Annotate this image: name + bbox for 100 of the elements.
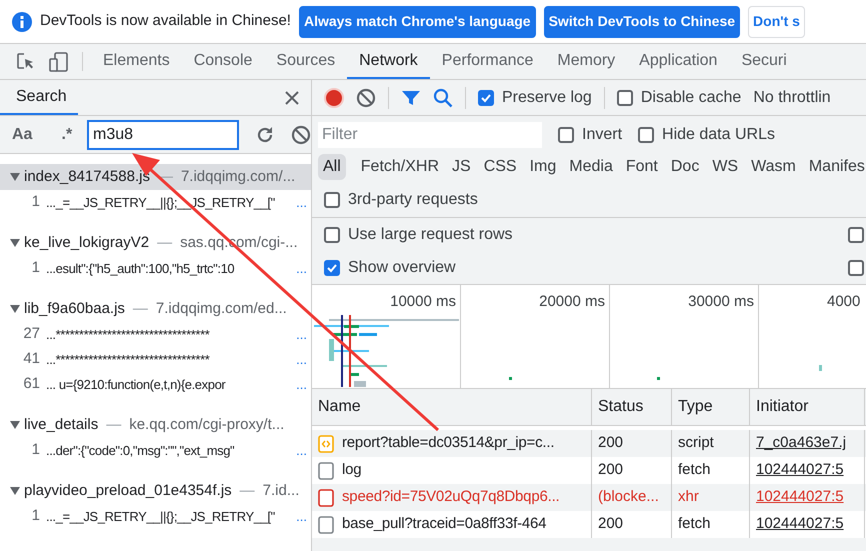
table-cell-text: 200: [598, 433, 624, 454]
request-name[interactable]: base_pull?traceid=0a8ff33f-464: [342, 513, 546, 536]
checkmark-icon: [480, 92, 492, 104]
type-filter-chip[interactable]: Fetch/XHR: [356, 154, 444, 180]
checkbox[interactable]: [638, 127, 654, 143]
checkbox-label: Use large request rows: [348, 224, 513, 244]
initiator-link[interactable]: 102444027:5: [756, 459, 844, 482]
type-filter-chip[interactable]: Img: [524, 154, 562, 180]
refresh-icon[interactable]: [255, 124, 275, 144]
checkbox-label: Show overview: [348, 258, 456, 278]
request-name[interactable]: report?table=dc03514&pr_ip=c...: [342, 432, 554, 455]
more-link[interactable]: ...: [296, 350, 311, 370]
type-filter-chip[interactable]: CSS: [478, 154, 522, 180]
checkbox[interactable]: [558, 127, 574, 143]
checkbox[interactable]: [324, 226, 340, 242]
table-cell-text: script: [678, 433, 714, 454]
match-text[interactable]: ...der":{"code":0,"msg":"","ext_msg": [46, 440, 234, 460]
infobar-button[interactable]: Switch DevTools to Chinese: [544, 6, 740, 38]
expand-triangle-icon[interactable]: [10, 305, 20, 313]
table-cell-text: xhr: [678, 487, 699, 508]
expand-triangle-icon[interactable]: [10, 239, 20, 247]
tab[interactable]: Application: [627, 44, 730, 79]
line-number: 1: [30, 192, 40, 212]
file-url: 7.id...: [262, 480, 300, 501]
initiator-link[interactable]: 102444027:5: [756, 513, 844, 536]
match-text[interactable]: ...esult":{"h5_auth":100,"h5_trtc":10: [46, 258, 234, 278]
initiator-link[interactable]: 7_c0a463e7.j: [756, 432, 846, 455]
regex-button[interactable]: .*: [54, 122, 79, 146]
checkbox-label: Hide data URLs: [662, 125, 775, 145]
request-name[interactable]: log: [342, 459, 362, 482]
type-filter-chip[interactable]: All: [318, 154, 346, 180]
line-number: 1: [30, 440, 40, 460]
checkbox[interactable]: [324, 192, 340, 208]
device-icon[interactable]: [48, 50, 70, 72]
time-tick-label: 30000 ms: [688, 292, 754, 312]
table-cell-text: 200: [598, 514, 624, 534]
type-filter-chip[interactable]: Font: [620, 154, 663, 180]
search-icon[interactable]: [433, 88, 453, 108]
line-number: 1: [30, 258, 40, 278]
expand-triangle-icon[interactable]: [10, 421, 20, 429]
file-url: ke.qq.com/cgi-proxy/t...: [129, 414, 284, 435]
checkbox[interactable]: [616, 90, 633, 106]
initiator-link[interactable]: 102444027:5: [756, 486, 844, 509]
checkbox[interactable]: [478, 90, 494, 106]
match-text[interactable]: ... u={9210:function(e,t,n){e.expor: [46, 374, 226, 394]
type-filter-chip[interactable]: JS: [447, 154, 476, 180]
file-name: playvideo_preload_01e4354f.js: [24, 480, 232, 501]
filter-icon[interactable]: [401, 88, 421, 106]
match-case-button[interactable]: Aa: [12, 122, 47, 146]
column-header[interactable]: Name: [318, 395, 361, 419]
result-file-row[interactable]: live_details — ke.qq.com/cgi-proxy/t...: [0, 412, 311, 438]
more-link[interactable]: ...: [296, 324, 311, 344]
inspect-icon[interactable]: [16, 52, 36, 72]
type-filter-chip[interactable]: Media: [564, 154, 618, 180]
type-filter-chip[interactable]: WS: [707, 154, 744, 180]
tab[interactable]: Elements: [91, 44, 182, 79]
type-filter-chip[interactable]: Doc: [666, 154, 704, 180]
infobar-button[interactable]: Always match Chrome's language: [298, 6, 536, 38]
column-header[interactable]: Type: [678, 395, 713, 419]
info-icon: [12, 12, 32, 32]
file-url: 7.idqqimg.com/...: [180, 166, 296, 187]
result-file-row[interactable]: playvideo_preload_01e4354f.js — 7.id...: [0, 478, 311, 504]
record-icon[interactable]: [324, 88, 344, 108]
search-field[interactable]: m3u8: [87, 120, 239, 150]
more-link[interactable]: ...: [296, 440, 311, 460]
tab[interactable]: Performance: [430, 44, 546, 79]
filter-field[interactable]: Filter: [318, 122, 542, 148]
throttling-dropdown[interactable]: No throttlin: [753, 86, 831, 110]
more-link[interactable]: ...: [296, 258, 311, 278]
infobar-button[interactable]: Don't s: [748, 6, 805, 38]
request-name[interactable]: speed?id=75V02uQq7q8Dbqp6...: [342, 486, 560, 509]
result-file-row[interactable]: lib_f9a60baa.js — 7.idqqimg.com/ed...: [0, 296, 311, 322]
column-header[interactable]: Initiator: [756, 395, 808, 419]
info-message: DevTools is now available in Chinese!: [40, 11, 291, 32]
tab[interactable]: Sources: [264, 44, 348, 79]
expand-triangle-icon[interactable]: [10, 173, 20, 181]
checkbox[interactable]: [848, 226, 864, 242]
more-link[interactable]: ...: [296, 192, 311, 212]
expand-triangle-icon[interactable]: [10, 487, 20, 495]
tab[interactable]: Console: [182, 44, 264, 79]
match-text[interactable]: ...*********************************: [46, 324, 210, 344]
more-link[interactable]: ...: [296, 506, 311, 526]
type-filter-chip[interactable]: Manifes: [804, 154, 866, 180]
clear-icon[interactable]: [356, 88, 376, 108]
tab[interactable]: Securi: [729, 44, 799, 79]
file-name: index_84174588.js: [24, 166, 150, 187]
checkbox-label: Invert: [582, 125, 622, 145]
column-header[interactable]: Status: [598, 395, 644, 419]
clear-icon[interactable]: [291, 124, 311, 144]
file-name: lib_f9a60baa.js: [24, 298, 125, 319]
checkbox[interactable]: [848, 260, 864, 276]
line-number: 27: [22, 324, 40, 344]
tab[interactable]: Memory: [545, 44, 628, 79]
checkbox[interactable]: [324, 260, 340, 276]
file-name: live_details: [24, 414, 98, 435]
checkmark-icon: [326, 262, 338, 274]
more-link[interactable]: ...: [296, 374, 311, 394]
match-text[interactable]: ...*********************************: [46, 350, 210, 370]
type-filter-chip[interactable]: Wasm: [746, 154, 801, 180]
match-text[interactable]: ..._=__JS_RETRY__||{};__JS_RETRY__[": [46, 506, 275, 526]
